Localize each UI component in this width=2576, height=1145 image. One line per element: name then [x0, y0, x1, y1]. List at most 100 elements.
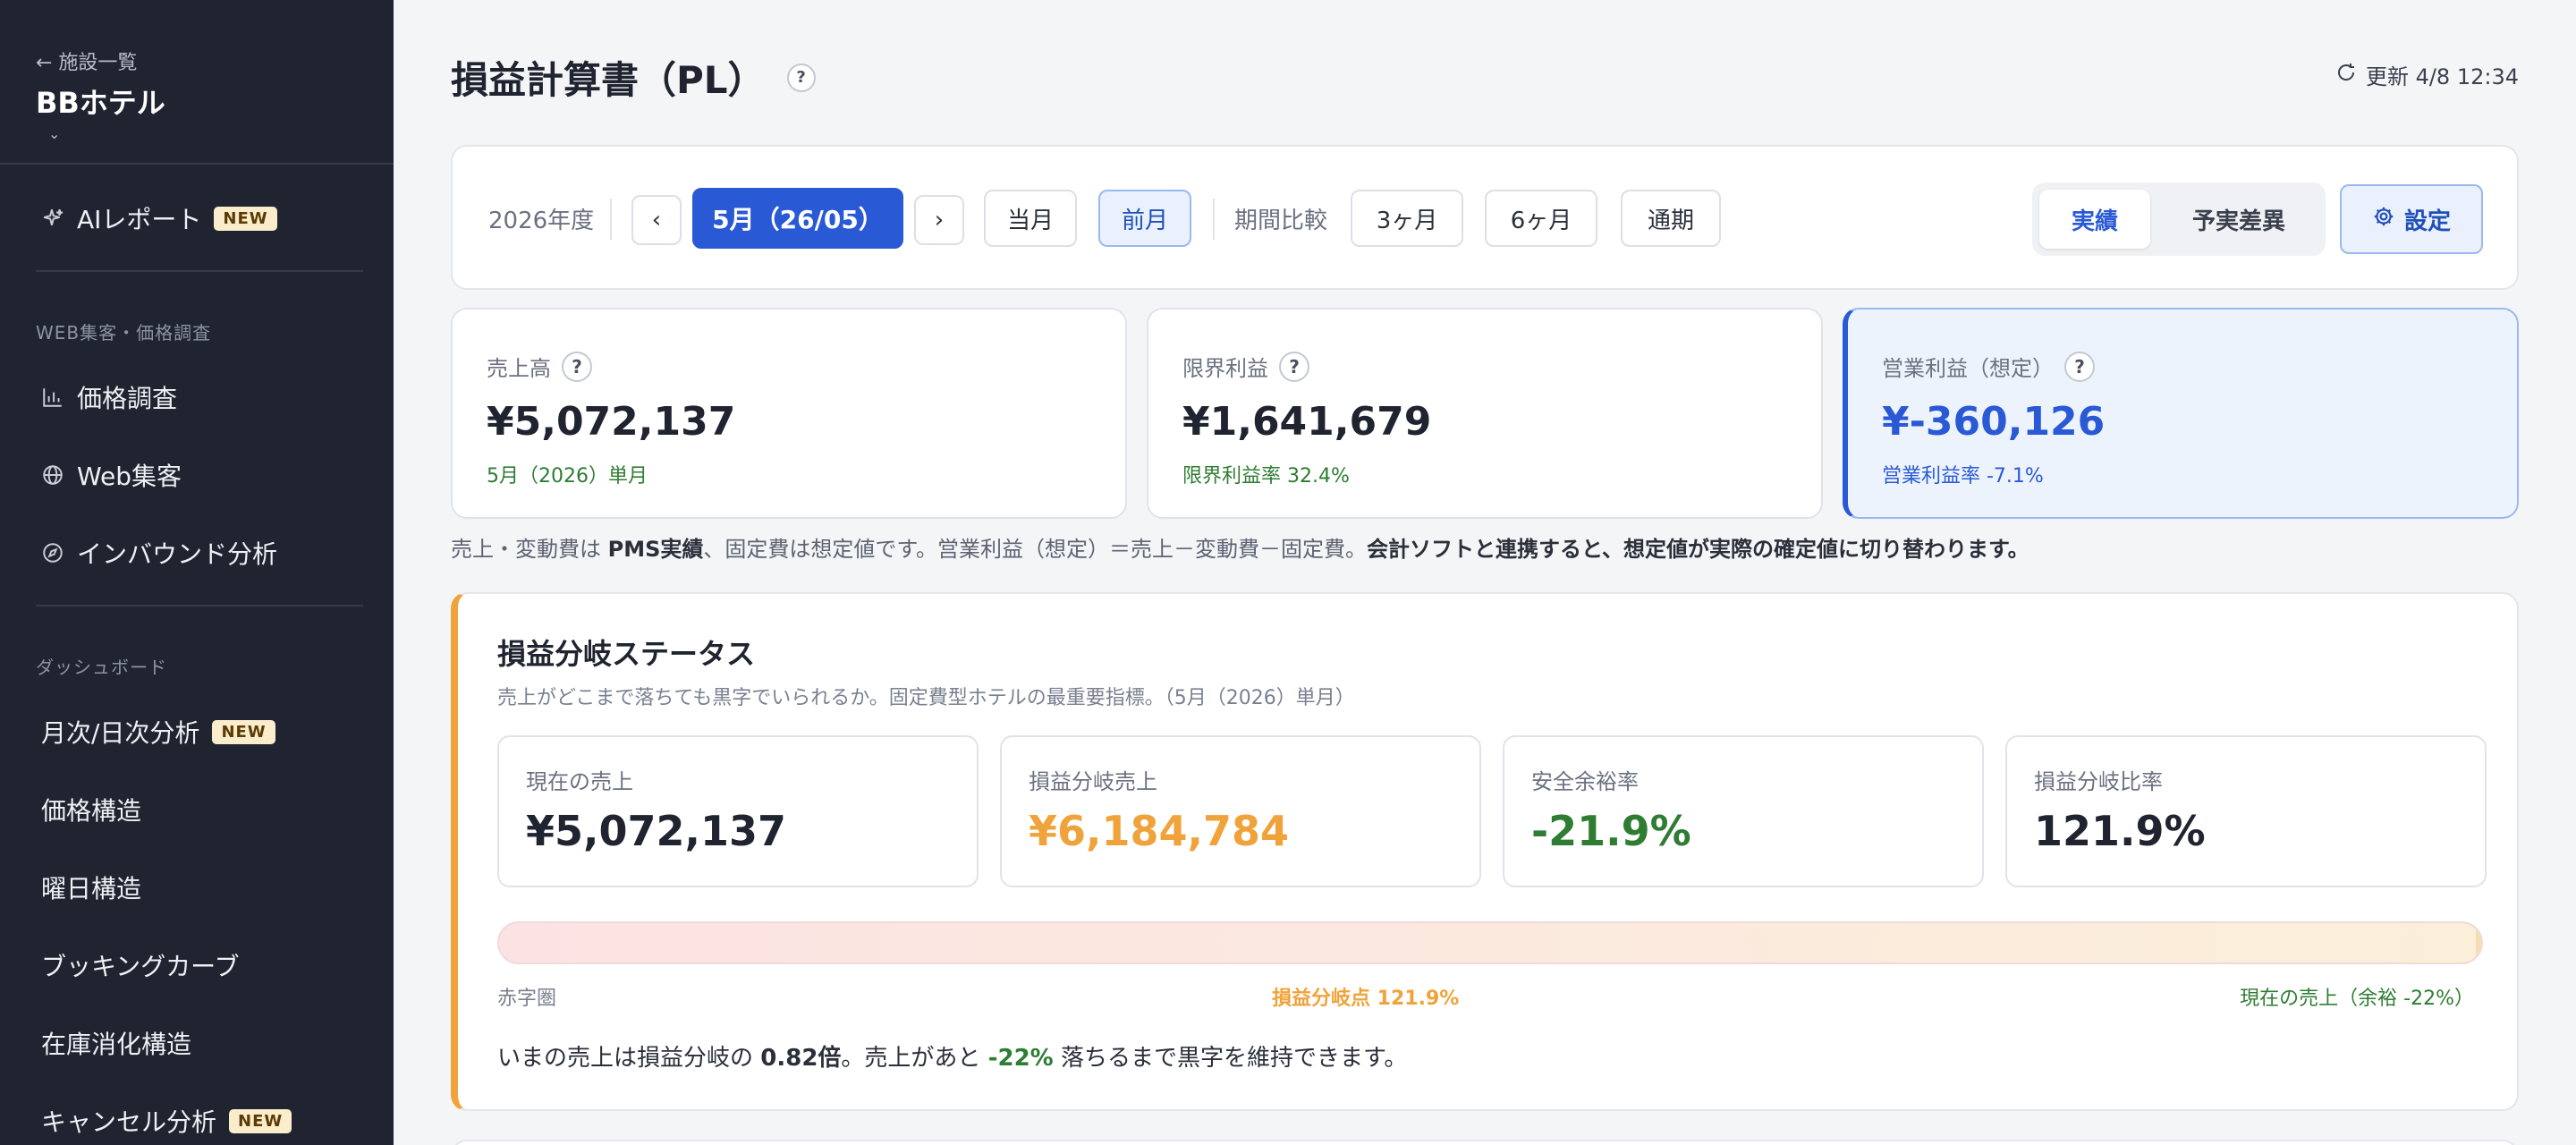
- kpi-label-text: 売上高: [487, 356, 551, 381]
- kpi-card-marginal-profit[interactable]: 限界利益 ? ¥1,641,679 限界利益率 32.4%: [1147, 308, 1823, 519]
- summary-ratio: 0.82倍: [760, 1045, 842, 1072]
- new-badge: NEW: [214, 206, 277, 231]
- kpi-label: 売上高 ?: [487, 351, 592, 382]
- sidebar-item-label: 在庫消化構造: [41, 1030, 192, 1059]
- stat-value: -21.9%: [1531, 807, 1691, 855]
- bar-chart-icon: [41, 386, 64, 409]
- sidebar-item-weekday-structure[interactable]: 曜日構造: [41, 868, 141, 907]
- new-badge: NEW: [229, 1108, 292, 1133]
- toolbar-divider: [1213, 199, 1215, 240]
- breakeven-status-card: 損益分岐ステータス 売上がどこまで落ちても黒字でいられるか。固定費型ホテルの最重…: [451, 592, 2519, 1111]
- sidebar-item-ai-report[interactable]: AIレポート NEW: [41, 199, 277, 238]
- range-3-months-button[interactable]: 3ヶ月: [1351, 190, 1463, 247]
- sidebar-item-label: インバウンド分析: [77, 539, 278, 569]
- mode-budget-variance-tab[interactable]: 予実差異: [2163, 190, 2315, 249]
- stat-value: ¥6,184,784: [1029, 807, 1290, 855]
- kpi-label: 営業利益（想定） ?: [1882, 351, 2095, 382]
- sidebar-item-label: 価格調査: [77, 384, 178, 413]
- sidebar-item-cancellation[interactable]: キャンセル分析 NEW: [41, 1101, 292, 1141]
- summary-text: いまの売上は損益分岐の: [497, 1045, 761, 1072]
- compare-label: 期間比較: [1234, 207, 1328, 234]
- sidebar-item-inbound-analysis[interactable]: インバウンド分析: [41, 533, 277, 572]
- page-title-text: 損益計算書（PL）: [451, 58, 766, 102]
- period-toolbar: 2026年度 ‹ 5月（26/05） › 当月 前月 期間比較 3ヶ月 6ヶ月 …: [451, 145, 2519, 290]
- bar-label-loss-zone: 赤字圏: [497, 988, 557, 1010]
- sidebar-item-price-research[interactable]: 価格調査: [41, 377, 177, 417]
- help-icon[interactable]: ?: [2064, 351, 2095, 382]
- fiscal-year-label: 2026年度: [488, 207, 595, 234]
- sidebar-section-web: WEB集客・価格調査: [36, 322, 212, 344]
- sparkle-icon: [41, 207, 64, 230]
- note-text: 、固定費は想定値です。営業利益（想定）＝売上－変動費－固定費。: [703, 537, 1368, 562]
- summary-text: 落ちるまで黒字を維持できます。: [1053, 1045, 1408, 1072]
- kpi-card-operating-profit[interactable]: 営業利益（想定） ? ¥-360,126 営業利益率 -7.1%: [1843, 308, 2519, 519]
- kpi-subtext: 営業利益率 -7.1%: [1882, 465, 2044, 488]
- chevron-down-icon[interactable]: ⌄: [48, 125, 358, 142]
- stat-label: 現在の売上: [526, 769, 633, 794]
- bar-label-current-revenue: 現在の売上（余裕 -22%）: [2240, 988, 2474, 1010]
- help-icon[interactable]: ?: [562, 351, 592, 382]
- kpi-value: ¥1,641,679: [1182, 399, 1432, 445]
- sidebar-item-label: 月次/日次分析: [41, 718, 200, 748]
- note-emphasis: PMS実績: [607, 537, 704, 562]
- new-badge: NEW: [212, 719, 275, 744]
- next-section-card: [451, 1140, 2519, 1145]
- kpi-value: ¥5,072,137: [487, 399, 736, 445]
- sidebar-item-label: Web集客: [77, 462, 182, 491]
- sidebar-item-booking-curve[interactable]: ブッキングカーブ: [41, 946, 239, 985]
- this-month-button[interactable]: 当月: [984, 190, 1077, 247]
- prev-month-button[interactable]: ‹: [631, 195, 682, 245]
- stat-label: 損益分岐比率: [2034, 769, 2163, 794]
- breakeven-title: 損益分岐ステータス: [497, 637, 756, 671]
- sidebar-divider: [36, 605, 363, 606]
- kpi-label-text: 限界利益: [1182, 356, 1268, 381]
- breakeven-summary: いまの売上は損益分岐の 0.82倍。売上があと -22% 落ちるまで黒字を維持で…: [497, 1039, 1407, 1073]
- page-title: 損益計算書（PL） ?: [451, 50, 816, 105]
- next-month-button[interactable]: ›: [914, 195, 964, 245]
- sidebar-section-dashboard: ダッシュボード: [36, 657, 167, 678]
- sidebar-item-inventory[interactable]: 在庫消化構造: [41, 1023, 191, 1063]
- sidebar-item-label: AIレポート: [77, 205, 202, 234]
- mode-actual-tab[interactable]: 実績: [2039, 190, 2150, 249]
- sidebar-item-label: 曜日構造: [41, 874, 142, 903]
- kpi-card-revenue[interactable]: 売上高 ? ¥5,072,137 5月（2026）単月: [451, 308, 1127, 519]
- sidebar: ← 施設一覧 BBホテル ⌄ AIレポート NEW WEB集客・価格調査 価格調…: [0, 0, 394, 1145]
- sidebar-item-label: ブッキングカーブ: [41, 952, 240, 981]
- mode-toggle: 実績 予実差異: [2032, 182, 2326, 256]
- stat-breakeven-revenue: 損益分岐売上 ¥6,184,784: [1000, 735, 1481, 887]
- gear-icon: [2372, 205, 2395, 234]
- summary-percent: -22%: [987, 1045, 1054, 1072]
- note-text: 売上・変動費は: [451, 537, 608, 562]
- refresh-icon[interactable]: [2335, 62, 2357, 89]
- current-period-button[interactable]: 5月（26/05）: [692, 188, 903, 249]
- last-month-button[interactable]: 前月: [1098, 190, 1191, 247]
- range-full-year-button[interactable]: 通期: [1621, 190, 1721, 247]
- kpi-subtext: 5月（2026）単月: [487, 465, 648, 488]
- settings-label: 設定: [2403, 208, 2451, 235]
- sidebar-header: ← 施設一覧 BBホテル ⌄: [0, 0, 394, 165]
- kpi-label-text: 営業利益（想定）: [1882, 356, 2054, 381]
- sidebar-divider: [36, 270, 363, 272]
- stat-label: 損益分岐売上: [1029, 769, 1157, 794]
- compass-icon: [41, 541, 64, 564]
- breakeven-description: 売上がどこまで落ちても黒字でいられるか。固定費型ホテルの最重要指標。（5月（20…: [497, 687, 1355, 709]
- sidebar-item-label: 価格構造: [41, 796, 142, 826]
- breakeven-progress-fill: [2476, 923, 2481, 963]
- stat-value: ¥5,072,137: [526, 807, 787, 855]
- kpi-value: ¥-360,126: [1882, 399, 2106, 445]
- last-updated-text: 更新 4/8 12:34: [2365, 64, 2519, 89]
- property-name[interactable]: BBホテル: [36, 81, 358, 122]
- help-icon[interactable]: ?: [786, 63, 816, 92]
- settings-button[interactable]: 設定: [2340, 184, 2483, 254]
- summary-text: 。売上があと: [841, 1045, 988, 1072]
- sidebar-item-web-marketing[interactable]: Web集客: [41, 455, 182, 495]
- help-icon[interactable]: ?: [1279, 351, 1309, 382]
- sidebar-item-price-structure[interactable]: 価格構造: [41, 790, 141, 829]
- sidebar-item-monthly-daily[interactable]: 月次/日次分析 NEW: [41, 712, 275, 751]
- back-to-facilities-link[interactable]: ← 施設一覧: [36, 47, 358, 75]
- sidebar-item-label: キャンセル分析: [41, 1107, 217, 1137]
- toolbar-divider: [610, 199, 612, 240]
- range-6-months-button[interactable]: 6ヶ月: [1485, 190, 1597, 247]
- kpi-subtext: 限界利益率 32.4%: [1182, 465, 1350, 488]
- last-updated[interactable]: 更新 4/8 12:34: [2335, 59, 2519, 90]
